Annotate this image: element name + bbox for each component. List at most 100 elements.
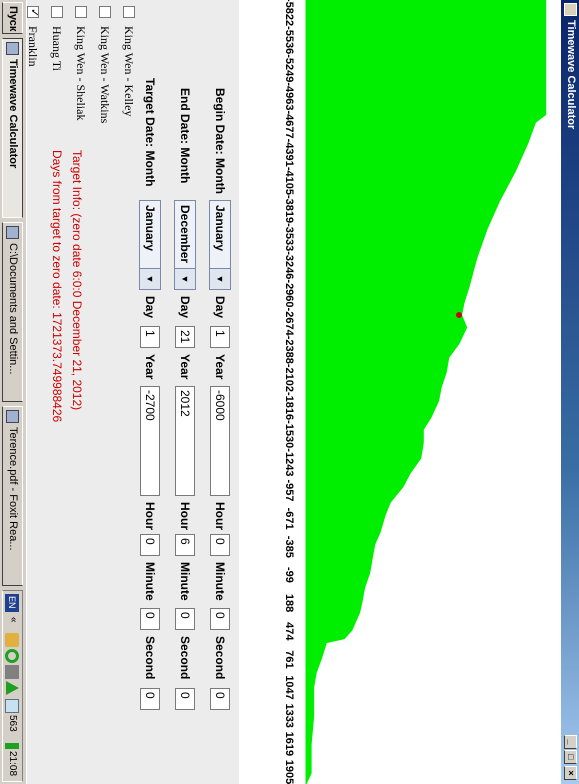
x-tick-label: -671 <box>283 508 295 530</box>
end-minute-field[interactable]: 0 <box>175 608 195 630</box>
start-button[interactable]: Пуск <box>2 2 23 34</box>
checkbox-box[interactable] <box>123 6 135 18</box>
begin-month-select[interactable]: January ▼ <box>209 200 231 290</box>
end-day-field[interactable]: 21 <box>175 326 195 348</box>
x-tick-label: 1905 <box>283 760 295 784</box>
rotated-desktop: Timewave Calculator _ □ × -5822 -5536 -524… <box>0 0 579 784</box>
language-indicator[interactable]: EN <box>5 594 19 612</box>
end-month-value: December <box>178 205 192 264</box>
target-second-field[interactable]: 0 <box>140 688 160 710</box>
target-minute-field[interactable]: 0 <box>140 608 160 630</box>
x-tick-label: -5822 <box>283 0 295 26</box>
begin-minute-label: Minute <box>213 562 227 601</box>
target-month-value: January <box>143 205 157 252</box>
x-tick-label: -4105 <box>283 167 295 195</box>
x-tick-label: 188 <box>283 594 295 612</box>
checkbox-label: Huang Ti <box>50 26 64 72</box>
target-year-field[interactable]: -2700 <box>140 386 160 496</box>
x-tick-label: -2674 <box>283 308 295 337</box>
network-icon[interactable] <box>5 665 19 679</box>
begin-hour-label: Hour <box>213 502 227 530</box>
chart-svg: -5822-5536-5249-4963-4677-4391-4105-3819… <box>283 0 547 784</box>
target-month-select[interactable]: January ▼ <box>139 200 161 290</box>
x-tick-label: 1047 <box>283 675 295 699</box>
x-tick-label: 1333 <box>283 703 295 727</box>
end-second-field[interactable]: 0 <box>175 688 195 710</box>
x-tick-label: -3533 <box>283 223 295 251</box>
pdf-icon <box>6 410 19 423</box>
task-label: Timewave Calculator <box>7 59 19 169</box>
checkbox-label: King Wen - Kelley <box>122 26 136 117</box>
x-tick-label: -3246 <box>283 251 295 279</box>
x-tick-label: 474 <box>283 622 295 641</box>
x-tick-label: -1816 <box>283 392 295 420</box>
task-foxit-reader[interactable]: Terence.pdf - Foxit Rea... <box>2 406 23 586</box>
target-day-field[interactable]: 1 <box>140 326 160 348</box>
target-day-label: Day <box>143 296 157 319</box>
target-minute-label: Minute <box>143 562 157 601</box>
target-info: Target Info: (zero date 6:0:0 December 2… <box>47 150 87 422</box>
target-date-row: Target Date: Month January ▼ Day 1 Year -… <box>137 0 161 784</box>
target-info-days: Days from target to zero date: 1721373.7… <box>50 150 64 423</box>
begin-date-label: Begin Date: Month <box>213 88 227 194</box>
checkbox-box[interactable] <box>51 6 63 18</box>
task-timewave-calculator[interactable]: Timewave Calculator <box>2 38 23 218</box>
target-hour-field[interactable]: 0 <box>140 534 160 556</box>
x-tick-label: -5249 <box>283 54 295 82</box>
end-date-label: End Date: Month <box>178 88 192 184</box>
monitor-icon[interactable] <box>5 699 19 713</box>
clock[interactable]: 21:08 <box>4 751 18 781</box>
begin-year-label: Year <box>213 354 227 380</box>
end-hour-label: Hour <box>178 502 192 530</box>
begin-day-field[interactable]: 1 <box>210 326 230 348</box>
window-title: Timewave Calculator <box>565 20 577 130</box>
end-date-row: End Date: Month December ▼ Day 21 Year 20… <box>172 0 196 784</box>
close-button[interactable]: × <box>564 766 577 780</box>
timewave-area <box>305 0 547 784</box>
x-tick-label: -4677 <box>283 111 295 139</box>
x-tick-label: -2960 <box>283 279 295 307</box>
maximize-button[interactable]: □ <box>564 750 577 764</box>
x-tick-label: -1530 <box>283 420 295 448</box>
taskbar: Пуск Timewave Calculator C:\Documents an… <box>0 0 27 784</box>
checkbox-box[interactable] <box>75 6 87 18</box>
end-month-select[interactable]: December ▼ <box>174 200 196 290</box>
begin-second-field[interactable]: 0 <box>210 688 230 710</box>
task-explorer[interactable]: C:\Documents and Settin... <box>2 222 23 402</box>
chevron-left-icon[interactable]: « <box>5 617 19 631</box>
ring-icon[interactable] <box>5 649 19 663</box>
begin-date-row: Begin Date: Month January ▼ Day 1 Year -6… <box>207 0 231 784</box>
x-tick-label: -2388 <box>283 336 295 364</box>
minimize-button[interactable]: _ <box>564 735 577 749</box>
begin-year-field[interactable]: -6000 <box>210 386 230 496</box>
x-tick-label: -1243 <box>283 448 295 476</box>
number-set-checkboxes: King Wen - Kelley King Wen - Watkins Kin… <box>19 0 139 170</box>
end-second-label: Second <box>178 636 192 680</box>
x-tick-label: -4963 <box>283 82 295 110</box>
checkbox-label: Franklin <box>26 26 40 67</box>
target-hour-label: Hour <box>143 502 157 530</box>
begin-hour-field[interactable]: 0 <box>210 534 230 556</box>
end-year-label: Year <box>178 354 192 380</box>
checkbox-box[interactable] <box>99 6 111 18</box>
task-label: C:\Documents and Settin... <box>7 243 19 375</box>
java-app-icon <box>564 3 577 16</box>
checkbox-box[interactable] <box>27 6 39 18</box>
target-year-label: Year <box>143 354 157 380</box>
begin-month-value: January <box>213 205 227 252</box>
end-year-field[interactable]: 2012 <box>175 386 195 496</box>
system-tray: EN « 563 21:08 <box>2 590 23 782</box>
pen-icon[interactable] <box>5 633 19 647</box>
begin-minute-field[interactable]: 0 <box>210 608 230 630</box>
timewave-chart: -5822 -5536 -5249 -4963 -4677 -4391 -4105 -3819… <box>239 0 561 784</box>
folder-icon <box>6 226 19 239</box>
triangle-icon[interactable] <box>6 681 19 695</box>
end-day-label: Day <box>178 296 192 319</box>
x-tick-label: -3819 <box>283 195 295 223</box>
end-hour-field[interactable]: 6 <box>175 534 195 556</box>
x-tick-label: -4391 <box>283 139 295 167</box>
battery-icon <box>5 743 19 749</box>
target-marker <box>456 312 462 319</box>
target-info-zero-date: Target Info: (zero date 6:0:0 December 2… <box>70 150 84 411</box>
checkbox-label: King Wen - Watkins <box>98 26 112 124</box>
